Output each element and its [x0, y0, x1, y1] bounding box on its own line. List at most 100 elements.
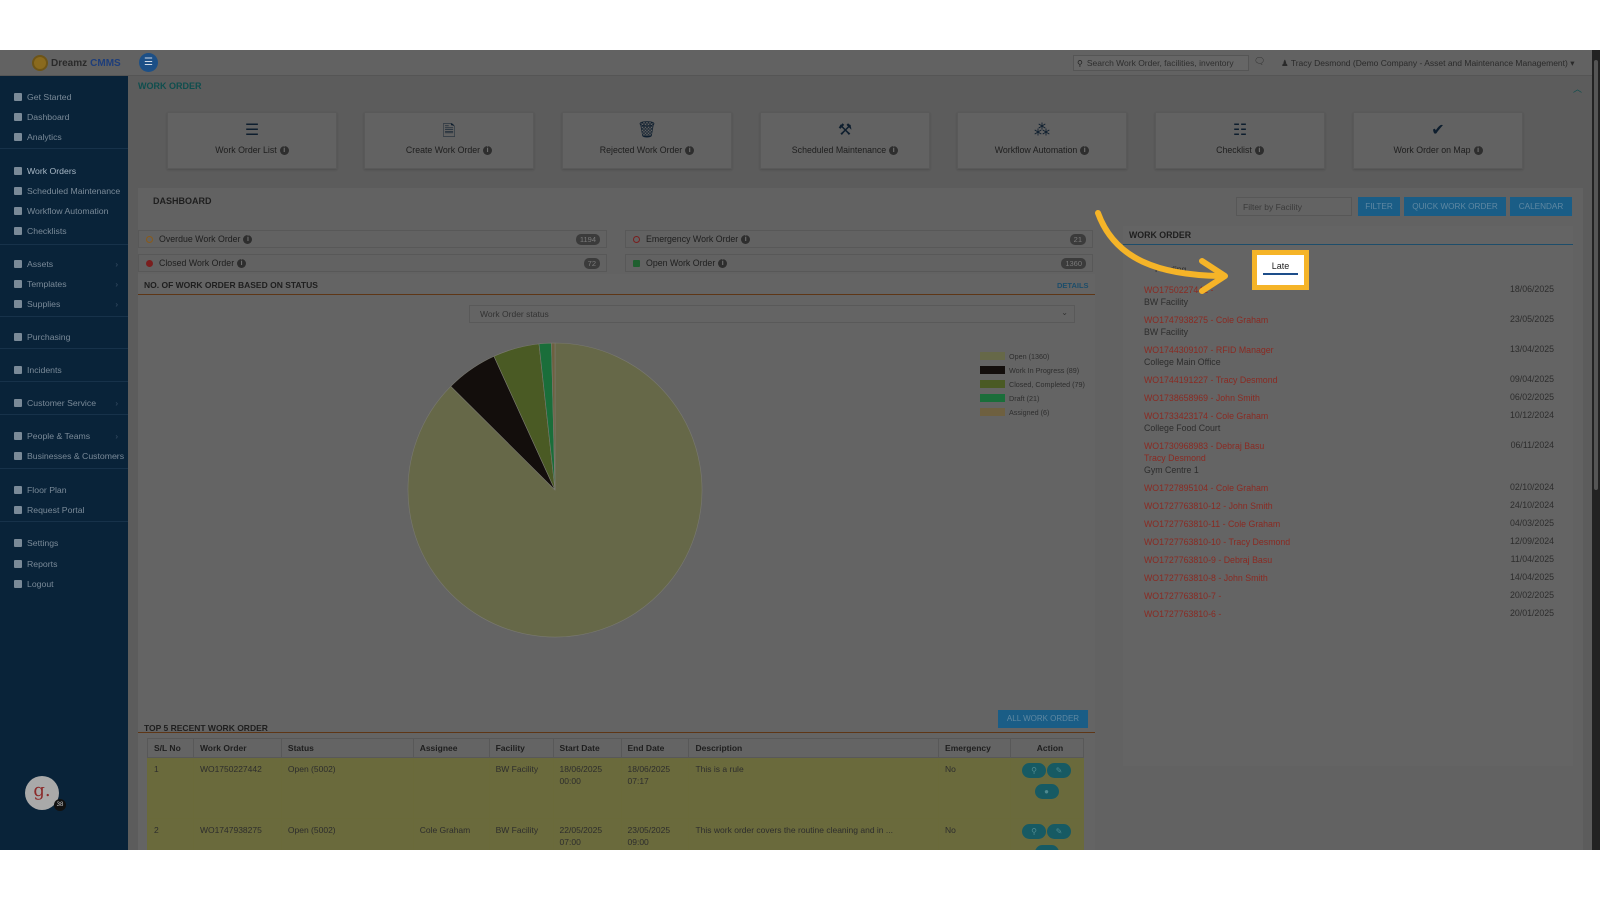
card-work-order-list[interactable]: ☰ Work Order List i	[167, 112, 337, 169]
stat-open[interactable]: Open Work Order i 1360	[625, 254, 1093, 272]
sidebar-item-request-portal[interactable]: Request Portal	[14, 505, 84, 515]
work-order-link[interactable]: WO1733423174 - Cole Graham	[1144, 410, 1554, 422]
edit-pencil-icon[interactable]: ✎	[1047, 824, 1071, 839]
work-order-link[interactable]: WO1744309107 - RFID Manager	[1144, 344, 1554, 356]
comment-icon[interactable]: ●	[1034, 784, 1059, 799]
card-create-work-order[interactable]: 🗎 Create Work Order i	[364, 112, 534, 169]
legend-item[interactable]: Work In Progress (89)	[980, 363, 1085, 377]
sidebar-item-people-teams[interactable]: People & Teams	[14, 431, 90, 441]
sidebar-item-customer-service[interactable]: Customer Service	[14, 398, 96, 408]
work-order-link[interactable]: WO1727763810-10 - Tracy Desmond	[1144, 536, 1554, 548]
legend-item[interactable]: Open (1360)	[980, 349, 1085, 363]
table-row[interactable]: 1 WO1750227442 Open (5002) BW Facility 18/06…	[147, 757, 1084, 819]
card-scheduled-maintenance[interactable]: ⚒ Scheduled Maintenance i	[760, 112, 930, 169]
sidebar-item-workflow-automation[interactable]: Workflow Automation	[14, 206, 108, 216]
legend-swatch	[980, 380, 1005, 388]
stat-overdue[interactable]: Overdue Work Order i 1194	[138, 230, 607, 248]
work-order-link[interactable]: WO1727763810-7 -	[1144, 590, 1554, 602]
cell-start: 22/05/2025 07:00	[552, 818, 622, 850]
global-search-input[interactable]: ⚲ Search Work Order, facilities, invento…	[1073, 55, 1249, 71]
sidebar-item-label: Templates	[27, 279, 67, 289]
work-order-link[interactable]: WO1727763810-6 -	[1144, 608, 1554, 620]
work-order-link[interactable]: WO1744191227 - Tracy Desmond	[1144, 374, 1554, 386]
work-order-link[interactable]: WO1727763810-9 - Debraj Basu	[1144, 554, 1554, 566]
sidebar-item-dashboard[interactable]: Dashboard	[14, 112, 70, 122]
info-icon[interactable]: i	[1473, 146, 1483, 156]
tools-icon: ⚒	[837, 122, 853, 139]
work-order-link[interactable]: WO1727763810-12 - John Smith	[1144, 500, 1554, 512]
work-order-date: 10/12/2024	[1509, 410, 1554, 420]
sidebar-item-get-started[interactable]: Get Started	[14, 92, 71, 102]
sidebar-item-templates[interactable]: Templates	[14, 279, 67, 289]
quick-work-order-button[interactable]: QUICK WORK ORDER	[1404, 197, 1506, 216]
all-work-order-button[interactable]: ALL WORK ORDER	[998, 710, 1088, 728]
calendar-button[interactable]: CALENDAR	[1510, 197, 1572, 216]
scrollbar-thumb[interactable]	[1594, 60, 1598, 490]
collapse-chevron-icon[interactable]: ︿	[1573, 82, 1582, 95]
work-order-list-item: WO1727763810-10 - Tracy Desmond 12/09/202…	[1144, 536, 1554, 548]
legend-item[interactable]: Assigned (6)	[980, 405, 1085, 419]
sidebar-divider	[0, 521, 128, 522]
nodes-icon: ⁂	[1034, 122, 1050, 139]
sidebar-item-assets[interactable]: Assets	[14, 259, 53, 269]
filter-button[interactable]: FILTER	[1358, 197, 1400, 216]
work-order-status-select[interactable]: Work Order status ⌄	[469, 305, 1075, 323]
sidebar-item-label: Logout	[27, 579, 54, 589]
info-icon[interactable]: i	[718, 258, 728, 268]
stat-closed[interactable]: Closed Work Order i 72	[138, 254, 607, 272]
table-row[interactable]: 2 WO1747938275 Open (5002) Cole Graham BW Fa…	[147, 818, 1084, 850]
sidebar-item-logout[interactable]: Logout	[14, 579, 54, 589]
work-order-link[interactable]: WO1730968983 - Debraj Basu	[1144, 440, 1554, 452]
avatar-badge: 38	[54, 799, 66, 811]
sidebar-item-businesses-customers[interactable]: Businesses & Customers	[14, 451, 124, 461]
work-order-assignee-link[interactable]: Tracy Desmond	[1144, 452, 1554, 464]
info-icon[interactable]: i	[237, 258, 247, 268]
info-icon[interactable]: i	[741, 234, 751, 244]
card-workflow-automation[interactable]: ⁂ Workflow Automation i	[957, 112, 1127, 169]
legend-label: Closed, Completed (79)	[1009, 379, 1085, 389]
sidebar-item-work-orders[interactable]: Work Orders	[14, 166, 76, 176]
info-icon[interactable]: i	[685, 146, 695, 156]
sidebar-item-incidents[interactable]: Incidents	[14, 365, 62, 375]
stat-emergency[interactable]: Emergency Work Order i 21	[625, 230, 1093, 248]
legend-item[interactable]: Closed, Completed (79)	[980, 377, 1085, 391]
cell-desc: This is a rule	[688, 757, 940, 819]
view-search-icon[interactable]: ⚲	[1022, 763, 1046, 778]
info-icon[interactable]: i	[1080, 146, 1090, 156]
sidebar-item-purchasing[interactable]: Purchasing	[14, 332, 70, 342]
card-rejected-work-order[interactable]: 🗑 Rejected Work Order i	[562, 112, 732, 169]
card-label-text: Work Order on Map	[1393, 145, 1471, 155]
edit-pencil-icon[interactable]: ✎	[1047, 763, 1071, 778]
app-logo[interactable]: Dreamz CMMS	[32, 55, 121, 71]
work-order-link[interactable]: WO1727763810-8 - John Smith	[1144, 572, 1554, 584]
sidebar-item-floor-plan[interactable]: Floor Plan	[14, 485, 67, 495]
work-order-link[interactable]: WO1747938275 - Cole Graham	[1144, 314, 1554, 326]
sidebar-item-reports[interactable]: Reports	[14, 559, 57, 569]
sidebar-item-analytics[interactable]: Analytics	[14, 132, 62, 142]
user-menu[interactable]: ♟ Tracy Desmond (Demo Company - Asset an…	[1281, 58, 1575, 69]
card-checklist[interactable]: ☷ Checklist i	[1155, 112, 1325, 169]
legend-item[interactable]: Draft (21)	[980, 391, 1085, 405]
info-icon[interactable]: i	[243, 234, 253, 244]
messages-icon[interactable]: 🗨	[1254, 56, 1265, 67]
sidebar-item-label: Businesses & Customers	[27, 451, 125, 461]
sidebar-item-settings[interactable]: Settings	[14, 538, 58, 548]
work-order-link[interactable]: WO1738658969 - John Smith	[1144, 392, 1554, 404]
sidebar-item-checklists[interactable]: Checklists	[14, 226, 67, 236]
info-icon[interactable]: i	[279, 146, 289, 156]
view-search-icon[interactable]: ⚲	[1022, 824, 1046, 839]
work-order-list-item: WO1727763810-6 -20/01/2025	[1144, 608, 1554, 620]
sidebar-item-scheduled-maintenance[interactable]: Scheduled Maintenance	[14, 186, 120, 196]
info-icon[interactable]: i	[889, 146, 899, 156]
details-link[interactable]: DETAILS	[1057, 281, 1089, 290]
info-icon[interactable]: i	[1254, 146, 1264, 156]
comment-icon[interactable]: ●	[1034, 845, 1059, 850]
card-work-order-on-map[interactable]: ✔ Work Order on Map i	[1353, 112, 1523, 169]
hamburger-menu-button[interactable]: ☰	[139, 53, 158, 72]
top-bar: Dreamz CMMS ☰ ⚲ Search Work Order, facili…	[0, 50, 1592, 76]
sidebar-item-supplies[interactable]: Supplies	[14, 299, 60, 309]
info-icon[interactable]: i	[483, 146, 493, 156]
work-order-link[interactable]: WO1727895104 - Cole Graham	[1144, 482, 1554, 494]
stat-count: 1360	[1061, 258, 1086, 269]
work-order-link[interactable]: WO1727763810-11 - Cole Graham	[1144, 518, 1554, 530]
